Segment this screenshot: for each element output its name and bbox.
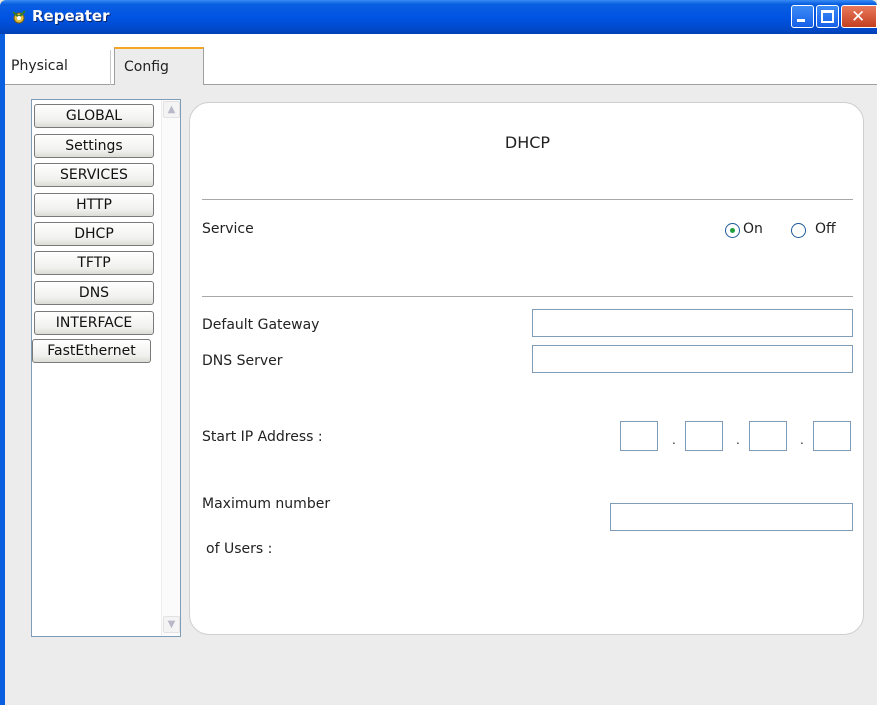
service-off-radio[interactable] [791, 223, 806, 238]
sidebar-item-http[interactable]: HTTP [34, 193, 154, 217]
sidebar-item-tftp[interactable]: TFTP [34, 251, 154, 275]
repeater-icon [12, 10, 26, 24]
close-icon: ✕ [851, 7, 866, 27]
sidebar-scrollbar[interactable]: ▲ ▼ [161, 100, 180, 636]
default-gateway-label: Default Gateway [202, 317, 320, 333]
start-ip-octet-2[interactable] [685, 421, 723, 451]
window-title: Repeater [32, 7, 110, 25]
title-bar[interactable]: Repeater ✕ [0, 0, 877, 34]
max-users-label: Maximum number [202, 496, 331, 512]
tab-config[interactable]: Config [114, 47, 204, 86]
minimize-button[interactable] [791, 5, 814, 28]
start-ip-octet-1[interactable] [620, 421, 658, 451]
divider [202, 296, 853, 297]
sidebar-item-services[interactable]: SERVICES [34, 163, 154, 187]
sidebar-item-fastethernet[interactable]: FastEthernet [32, 339, 151, 363]
close-button[interactable]: ✕ [841, 5, 877, 28]
sidebar-item-global[interactable]: GLOBAL [34, 104, 154, 128]
service-on-label[interactable]: On [743, 221, 763, 237]
sidebar-item-dns[interactable]: DNS [34, 281, 154, 305]
service-on-radio[interactable] [725, 223, 740, 238]
service-label: Service [202, 221, 254, 237]
ip-dot: . [800, 433, 804, 447]
sidebar-item-settings[interactable]: Settings [34, 134, 154, 158]
maximize-button[interactable] [816, 5, 839, 28]
max-users-label-line2: of Users : [206, 541, 273, 557]
scroll-up-icon[interactable]: ▲ [163, 101, 180, 118]
start-ip-octet-3[interactable] [749, 421, 787, 451]
start-ip-octet-4[interactable] [813, 421, 851, 451]
service-off-label[interactable]: Off [815, 221, 836, 237]
window-client: Physical Config GLOBAL Settings SERVICES… [5, 34, 877, 705]
max-users-input[interactable] [610, 503, 853, 531]
start-ip-label: Start IP Address : [202, 429, 323, 445]
maximize-icon [821, 10, 834, 23]
ip-dot: . [672, 433, 676, 447]
divider [202, 199, 853, 200]
panel-title: DHCP [504, 133, 551, 152]
dhcp-panel: DHCP Service On Off Default Gateway DNS … [189, 102, 864, 635]
dns-server-label: DNS Server [202, 353, 283, 369]
minimize-icon [797, 19, 805, 22]
default-gateway-input[interactable] [532, 309, 853, 337]
sidebar-item-interface[interactable]: INTERFACE [34, 311, 154, 335]
dns-server-input[interactable] [532, 345, 853, 373]
ip-dot: . [736, 433, 740, 447]
scroll-down-icon[interactable]: ▼ [163, 616, 180, 633]
tab-strip: Physical Config [5, 34, 877, 86]
tab-physical[interactable]: Physical [5, 50, 111, 85]
config-sidebar: GLOBAL Settings SERVICES HTTP DHCP TFTP … [31, 99, 181, 637]
sidebar-item-dhcp[interactable]: DHCP [34, 222, 154, 246]
config-content: GLOBAL Settings SERVICES HTTP DHCP TFTP … [5, 85, 877, 705]
